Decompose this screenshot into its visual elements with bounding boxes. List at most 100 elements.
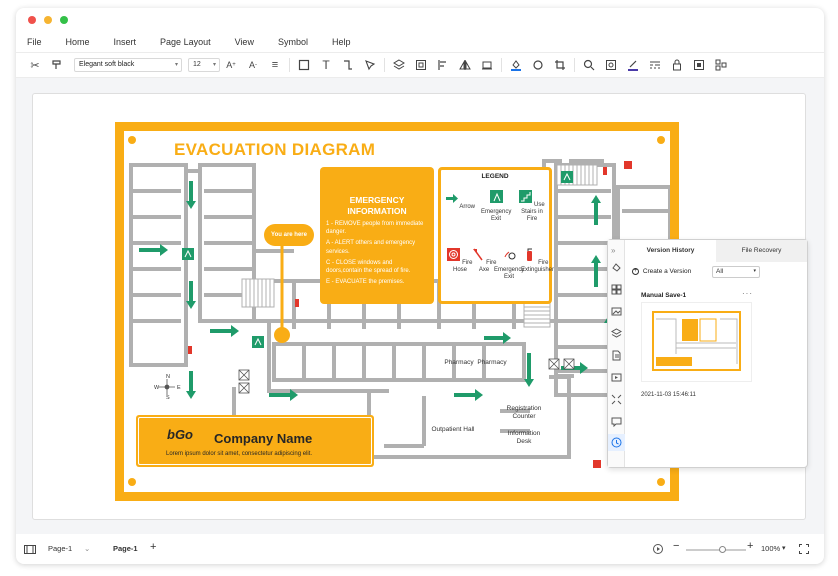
compass-south: S bbox=[166, 395, 170, 401]
menu-help[interactable]: Help bbox=[332, 37, 351, 47]
emergency-exit-icon bbox=[489, 190, 503, 203]
more-options-icon[interactable]: ··· bbox=[742, 289, 753, 298]
chevron-down-icon[interactable]: ▾ bbox=[782, 544, 786, 552]
menu-home[interactable]: Home bbox=[66, 37, 90, 47]
expand-icon[interactable] bbox=[611, 394, 622, 405]
evacuation-diagram[interactable]: EVACUATION DIAGRAM N W E S EMERGENCY INF… bbox=[115, 122, 679, 501]
add-circle-icon: + bbox=[632, 268, 639, 275]
lock-icon[interactable] bbox=[666, 56, 688, 74]
text-icon[interactable]: T bbox=[315, 56, 337, 74]
zoom-slider-handle[interactable] bbox=[719, 546, 726, 553]
chevron-down-icon: ▾ bbox=[753, 268, 756, 274]
layers-icon[interactable] bbox=[388, 56, 410, 74]
fill-color-icon[interactable] bbox=[505, 56, 527, 74]
minimize-window-button[interactable] bbox=[44, 16, 52, 24]
create-version-button[interactable]: + Create a Version bbox=[632, 268, 691, 275]
company-name: Company Name bbox=[214, 431, 313, 446]
menu-page-layout[interactable]: Page Layout bbox=[160, 37, 211, 47]
compass-west: W bbox=[154, 385, 160, 391]
chevron-down-icon[interactable]: ⌄ bbox=[84, 544, 90, 553]
align-left-icon[interactable] bbox=[432, 56, 454, 74]
version-entry-name: Manual Save-1 bbox=[641, 292, 687, 299]
menu-file[interactable]: File bbox=[27, 37, 42, 47]
version-filter-select[interactable]: All ▾ bbox=[712, 266, 760, 278]
shape-style-icon[interactable] bbox=[527, 56, 549, 74]
cut-icon[interactable]: ✂ bbox=[24, 56, 46, 74]
arrow-icon bbox=[446, 194, 458, 203]
flip-icon[interactable] bbox=[454, 56, 476, 74]
close-window-button[interactable] bbox=[28, 16, 36, 24]
grid-icon[interactable] bbox=[611, 284, 622, 295]
maximize-window-button[interactable] bbox=[60, 16, 68, 24]
menu-bar: File Home Insert Page Layout View Symbol… bbox=[16, 32, 824, 52]
more-tools-icon[interactable] bbox=[710, 56, 732, 74]
comment-icon[interactable] bbox=[611, 416, 622, 427]
play-icon[interactable] bbox=[653, 544, 663, 554]
zoom-level[interactable]: 100% bbox=[761, 544, 780, 553]
emergency-heading: EMERGENCY INFORMATION bbox=[347, 195, 407, 216]
add-page-button[interactable]: + bbox=[150, 541, 156, 553]
history-tab-active[interactable] bbox=[608, 434, 625, 451]
group-icon[interactable] bbox=[410, 56, 432, 74]
stairs-icon bbox=[519, 190, 533, 203]
emergency-line: 1 - REMOVE people from immediate danger. bbox=[326, 221, 424, 236]
format-painter-icon[interactable] bbox=[46, 56, 68, 74]
legend-stairs: Use Stairs in Fire bbox=[517, 190, 547, 223]
room-pharmacy: Pharmacy bbox=[477, 359, 507, 366]
side-rail: » bbox=[608, 240, 625, 467]
increase-font-icon[interactable]: A + bbox=[220, 56, 242, 74]
chevron-down-icon: ▾ bbox=[212, 62, 216, 68]
toolbar-divider bbox=[574, 58, 575, 72]
pointer-icon[interactable] bbox=[359, 56, 381, 74]
emergency-line: E - EVACUATE the premises. bbox=[326, 279, 405, 286]
page-selector[interactable]: Page-1 bbox=[48, 544, 72, 553]
search-icon[interactable] bbox=[578, 56, 600, 74]
compass-east: E bbox=[177, 385, 181, 391]
image-icon[interactable] bbox=[611, 306, 622, 317]
font-family-select[interactable]: Elegant soft black ▾ bbox=[74, 58, 182, 72]
line-color-icon[interactable] bbox=[622, 56, 644, 74]
crop-icon[interactable] bbox=[549, 56, 571, 74]
page-tab[interactable]: Page-1 bbox=[113, 544, 138, 553]
legend-label: Emergency Exit bbox=[494, 267, 525, 280]
collapse-icon[interactable]: » bbox=[611, 246, 622, 257]
emergency-line: A - ALERT others and emergency services. bbox=[326, 240, 416, 255]
version-history-panel: » Version History File Recovery + Create… bbox=[607, 239, 808, 468]
fire-axe-icon bbox=[473, 248, 484, 261]
company-tagline: Lorem ipsum dolor sit amet, consectetur … bbox=[166, 451, 313, 457]
fire-extinguisher-icon bbox=[527, 248, 533, 261]
find-replace-icon[interactable] bbox=[600, 56, 622, 74]
rectangle-icon[interactable] bbox=[293, 56, 315, 74]
frame-icon[interactable] bbox=[688, 56, 710, 74]
legend-label: Use Stairs in Fire bbox=[521, 202, 545, 222]
zoom-in-button[interactable]: + bbox=[747, 540, 753, 552]
zoom-out-button[interactable]: − bbox=[673, 540, 679, 552]
distribute-icon[interactable] bbox=[476, 56, 498, 74]
accessible-exit-icon bbox=[504, 251, 515, 260]
tab-version-history[interactable]: Version History bbox=[625, 240, 716, 262]
compass-north: N bbox=[166, 374, 170, 380]
company-logo: bGo bbox=[167, 427, 193, 442]
decrease-font-icon[interactable]: A- bbox=[242, 56, 264, 74]
fullscreen-icon[interactable] bbox=[799, 544, 809, 554]
connector-icon[interactable] bbox=[337, 56, 359, 74]
page-view-icon[interactable] bbox=[24, 545, 36, 554]
fire-hose-icon bbox=[447, 248, 461, 261]
create-version-label: Create a Version bbox=[642, 268, 692, 276]
line-style-icon[interactable] bbox=[644, 56, 666, 74]
legend-label: Fire Extinguisher bbox=[521, 260, 555, 273]
present-icon[interactable] bbox=[611, 372, 622, 383]
layers-icon[interactable] bbox=[611, 328, 622, 339]
menu-view[interactable]: View bbox=[235, 37, 254, 47]
align-icon[interactable]: ≡ bbox=[264, 56, 286, 74]
menu-insert[interactable]: Insert bbox=[114, 37, 137, 47]
document-icon[interactable] bbox=[611, 350, 622, 361]
legend-label: Arrow bbox=[459, 204, 476, 210]
zoom-slider[interactable] bbox=[686, 546, 746, 553]
toolbar-divider bbox=[289, 58, 290, 72]
menu-symbol[interactable]: Symbol bbox=[278, 37, 308, 47]
fill-icon[interactable] bbox=[611, 262, 622, 273]
tab-file-recovery[interactable]: File Recovery bbox=[716, 240, 807, 262]
font-size-select[interactable]: 12 ▾ bbox=[188, 58, 220, 72]
version-thumbnail[interactable] bbox=[641, 302, 752, 382]
